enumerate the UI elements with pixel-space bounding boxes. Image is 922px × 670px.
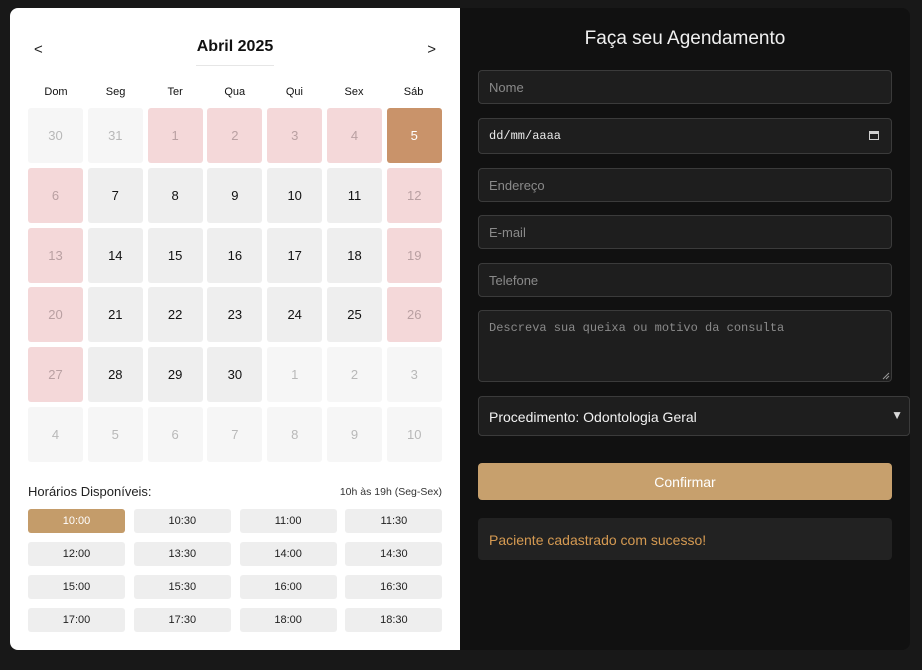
- complaint-textarea[interactable]: [478, 310, 892, 382]
- calendar-day: 9: [326, 406, 382, 462]
- month-header: < Abril 2025 >: [28, 34, 442, 74]
- calendar-day[interactable]: 8: [147, 167, 203, 223]
- month-title: Abril 2025: [196, 38, 274, 55]
- date-input-text: dd/mm/aaaa: [489, 129, 562, 143]
- calendar-day: 19: [386, 227, 442, 283]
- phone-input[interactable]: [478, 263, 892, 297]
- weekday-label: Qui: [285, 86, 303, 98]
- calendar-day: 6: [147, 406, 203, 462]
- weekday-label: Sáb: [403, 86, 424, 98]
- calendar-day: 5: [87, 406, 143, 462]
- calendar-day[interactable]: 24: [267, 287, 323, 343]
- calendar-day: 6: [28, 167, 83, 223]
- calendar-day[interactable]: 25: [326, 287, 382, 343]
- calendar-day: 31: [87, 108, 143, 163]
- time-slot[interactable]: 11:00: [239, 509, 337, 533]
- procedure-select-value: Procedimento: Odontologia Geral: [489, 409, 697, 425]
- chevron-down-icon: ▼: [891, 408, 903, 422]
- time-slot[interactable]: 14:30: [345, 542, 443, 566]
- time-slot[interactable]: 14:00: [239, 542, 337, 566]
- time-slot[interactable]: 15:30: [133, 575, 231, 599]
- calendar-day: 3: [386, 347, 442, 403]
- weekday-label: Seg: [105, 86, 126, 98]
- time-slot[interactable]: 12:00: [28, 542, 125, 566]
- calendar-day[interactable]: 14: [87, 227, 143, 283]
- calendar-day[interactable]: 18: [326, 227, 382, 283]
- weekday-label: Sex: [344, 86, 364, 98]
- date-input[interactable]: dd/mm/aaaa: [478, 118, 892, 154]
- calendar-day[interactable]: 23: [207, 287, 263, 343]
- calendar-day[interactable]: 7: [87, 167, 143, 223]
- email-input[interactable]: [478, 215, 892, 249]
- calendar-day: 2: [326, 347, 382, 403]
- calendar-day[interactable]: 28: [87, 347, 143, 403]
- calendar-day: 1: [147, 108, 203, 163]
- time-slot[interactable]: 16:00: [239, 575, 337, 599]
- calendar-day[interactable]: 22: [147, 287, 203, 343]
- time-slot[interactable]: 11:30: [345, 509, 443, 533]
- next-month-button[interactable]: >: [427, 42, 436, 58]
- calendar-day[interactable]: 29: [147, 347, 203, 403]
- time-slot-grid: 10:00 10:30 11:00 11:30 12:00 13:30 14:00 14:30…: [28, 509, 443, 632]
- calendar-day: 13: [28, 227, 83, 283]
- time-slot[interactable]: 13:30: [133, 542, 231, 566]
- calendar-day: 3: [267, 108, 323, 163]
- address-input[interactable]: [478, 168, 892, 202]
- calendar-day-selected[interactable]: 5: [386, 108, 442, 163]
- calendar-day: 20: [28, 287, 83, 343]
- calendar-day: 4: [28, 406, 83, 462]
- calendar-day: 27: [28, 347, 83, 403]
- resize-handle-icon[interactable]: [882, 372, 890, 380]
- form-title: Faça seu Agendamento: [584, 28, 786, 49]
- procedure-select[interactable]: Procedimento: Odontologia Geral ▼: [478, 396, 910, 436]
- success-message: Paciente cadastrado com sucesso!: [478, 518, 892, 560]
- calendar-day[interactable]: 15: [147, 227, 203, 283]
- calendar-day: 30: [28, 108, 83, 163]
- calendar-day: 8: [267, 406, 323, 462]
- calendar-day[interactable]: 9: [207, 167, 263, 223]
- calendar-panel: < Abril 2025 > Dom Seg Ter Qua Qui Sex Sáb 30 3…: [10, 8, 460, 650]
- weekday-label: Dom: [44, 86, 68, 98]
- weekday-label: Ter: [167, 86, 183, 98]
- month-title-divider: [196, 65, 274, 66]
- calendar-day: 1: [267, 347, 323, 403]
- calendar-day[interactable]: 21: [87, 287, 143, 343]
- weekday-header-row: Dom Seg Ter Qua Qui Sex Sáb: [28, 86, 442, 98]
- calendar-day[interactable]: 10: [267, 167, 323, 223]
- times-title: Horários Disponíveis:: [28, 484, 152, 499]
- time-slot-selected[interactable]: 10:00: [28, 509, 125, 533]
- name-input[interactable]: [478, 70, 892, 104]
- time-slot[interactable]: 16:30: [345, 575, 443, 599]
- confirm-button[interactable]: Confirmar: [478, 463, 892, 500]
- calendar-day-grid: 30 31 1 2 3 4 5 6 7 8 9 10 11 12 13 14 15 16 17 18 19 20 21 22 2…: [28, 108, 442, 462]
- times-header: Horários Disponíveis: 10h às 19h (Seg-Se…: [28, 484, 442, 502]
- time-slot[interactable]: 17:30: [133, 608, 231, 632]
- calendar-day: 12: [386, 167, 442, 223]
- weekday-label: Qua: [224, 86, 246, 98]
- calendar-day[interactable]: 16: [207, 227, 263, 283]
- calendar-day: 4: [326, 108, 382, 163]
- time-slot[interactable]: 15:00: [28, 575, 125, 599]
- calendar-day[interactable]: 17: [267, 227, 323, 283]
- time-slot[interactable]: 18:30: [345, 608, 443, 632]
- time-slot[interactable]: 18:00: [239, 608, 337, 632]
- calendar-day: 7: [207, 406, 263, 462]
- calendar-day[interactable]: 30: [207, 347, 263, 403]
- calendar-day[interactable]: 11: [326, 167, 382, 223]
- calendar-day: 2: [207, 108, 263, 163]
- time-slot[interactable]: 17:00: [28, 608, 125, 632]
- app-container: < Abril 2025 > Dom Seg Ter Qua Qui Sex Sáb 30 3…: [10, 8, 910, 650]
- calendar-icon[interactable]: [869, 130, 879, 140]
- calendar-day: 10: [386, 406, 442, 462]
- form-panel: Faça seu Agendamento dd/mm/aaaa Procedim…: [460, 8, 910, 650]
- time-slot[interactable]: 10:30: [133, 509, 231, 533]
- calendar-day: 26: [386, 287, 442, 343]
- times-range: 10h às 19h (Seg-Sex): [339, 486, 442, 498]
